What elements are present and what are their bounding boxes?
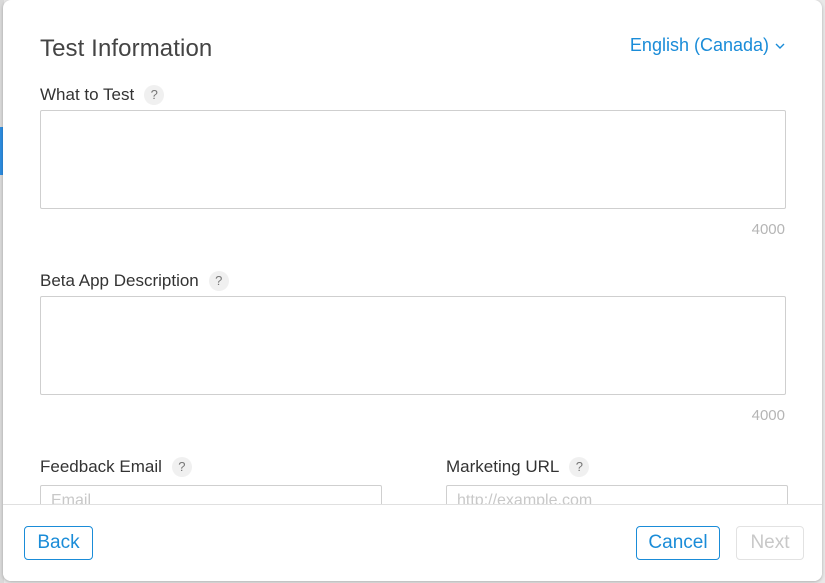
beta-app-description-label: Beta App Description xyxy=(40,271,199,290)
feedback-email-help-icon[interactable]: ? xyxy=(171,457,192,477)
cancel-button[interactable]: Cancel xyxy=(636,526,720,560)
next-button[interactable]: Next xyxy=(736,526,804,560)
dialog-title: Test Information xyxy=(40,35,213,62)
beta-app-description-char-counter: 4000 xyxy=(751,407,785,424)
dialog-footer: Back Cancel Next xyxy=(3,504,822,581)
locale-label: English (Canada) xyxy=(629,35,769,55)
test-information-dialog: Test Information English (Canada) What t… xyxy=(3,0,822,581)
beta-app-description-help-icon[interactable]: ? xyxy=(208,271,229,291)
what-to-test-textarea[interactable] xyxy=(40,110,786,209)
beta-app-description-textarea[interactable] xyxy=(40,296,786,395)
what-to-test-char-counter: 4000 xyxy=(751,221,785,238)
feedback-email-label: Feedback Email xyxy=(40,457,162,476)
what-to-test-help-icon[interactable]: ? xyxy=(144,85,165,105)
beta-app-description-label-row: Beta App Description ? xyxy=(40,271,229,291)
feedback-email-label-row: Feedback Email ? xyxy=(40,457,192,477)
chevron-down-icon xyxy=(775,43,785,49)
locale-selector[interactable]: English (Canada) xyxy=(630,35,785,56)
what-to-test-label-row: What to Test ? xyxy=(40,85,165,105)
back-button[interactable]: Back xyxy=(24,526,93,560)
marketing-url-label: Marketing URL xyxy=(446,457,560,476)
marketing-url-label-row: Marketing URL ? xyxy=(446,457,590,477)
what-to-test-label: What to Test xyxy=(40,85,135,104)
marketing-url-help-icon[interactable]: ? xyxy=(569,457,590,477)
